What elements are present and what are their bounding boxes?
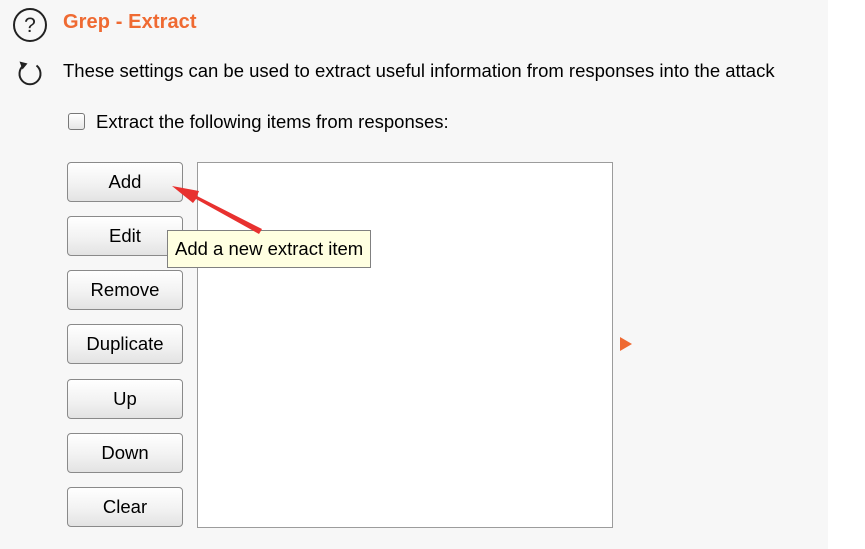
svg-text:?: ? (24, 14, 36, 37)
duplicate-button[interactable]: Duplicate (67, 324, 183, 364)
down-button[interactable]: Down (67, 433, 183, 473)
extract-items-checkbox[interactable] (68, 113, 85, 130)
edit-button[interactable]: Edit (67, 216, 183, 256)
refresh-icon[interactable] (14, 57, 46, 89)
extract-items-list[interactable] (197, 162, 613, 528)
section-title: Grep - Extract (63, 11, 197, 33)
help-icon[interactable]: ? (12, 7, 48, 43)
clear-button[interactable]: Clear (67, 487, 183, 527)
remove-button[interactable]: Remove (67, 270, 183, 310)
section-description: These settings can be used to extract us… (63, 60, 775, 81)
up-button[interactable]: Up (67, 379, 183, 419)
add-button[interactable]: Add (67, 162, 183, 202)
add-button-tooltip: Add a new extract item (167, 230, 372, 268)
extract-items-label[interactable]: Extract the following items from respons… (96, 111, 449, 133)
grep-extract-panel: ? Grep - Extract These settings can be u… (0, 0, 828, 549)
expand-arrow-icon[interactable] (620, 337, 632, 351)
